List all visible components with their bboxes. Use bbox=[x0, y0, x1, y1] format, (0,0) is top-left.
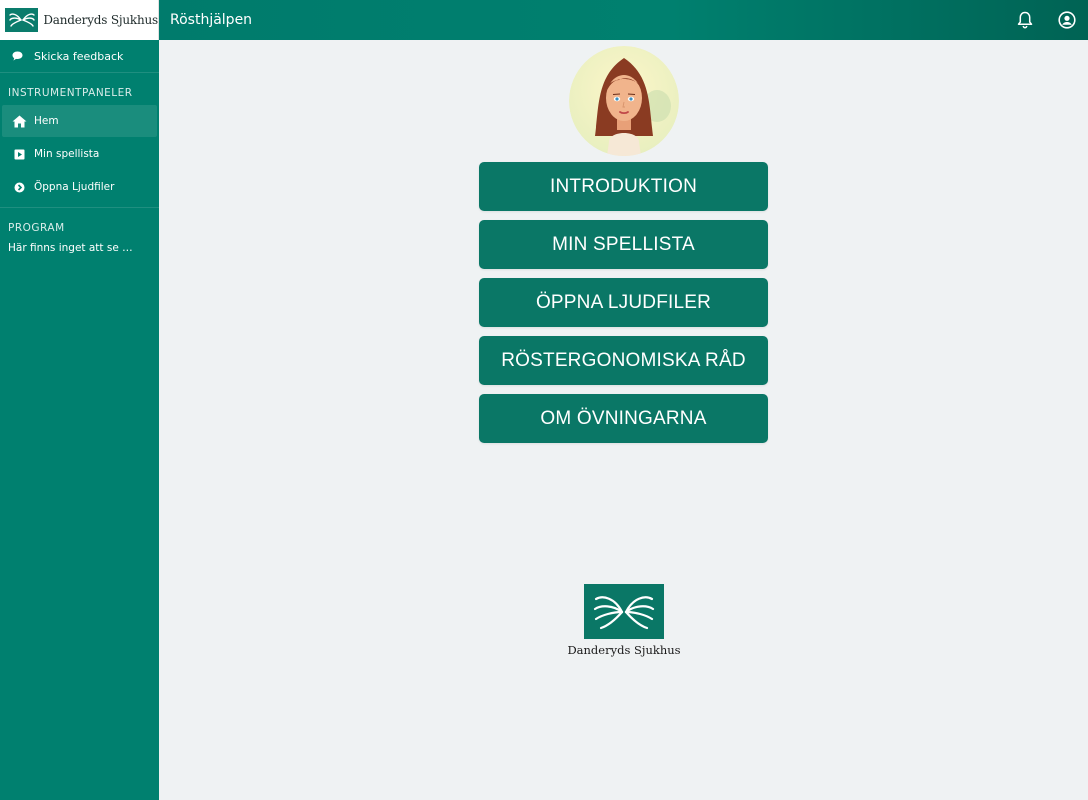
brand-header[interactable]: Danderyds Sjukhus bbox=[0, 0, 159, 40]
sidebar-item-label: Öppna Ljudfiler bbox=[34, 181, 115, 193]
butterfly-hands-logo-icon bbox=[584, 584, 664, 639]
footer-logo-text: Danderyds Sjukhus bbox=[567, 643, 681, 657]
avatar-illustration bbox=[569, 46, 679, 156]
oppna-ljudfiler-button[interactable]: ÖPPNA LJUDFILER bbox=[479, 278, 768, 327]
bell-icon[interactable] bbox=[1015, 10, 1035, 30]
sidebar-item-oppna-ljudfiler[interactable]: Öppna Ljudfiler bbox=[2, 171, 157, 203]
app-title: Rösthjälpen bbox=[170, 12, 253, 28]
program-heading: PROGRAM bbox=[8, 222, 65, 234]
feedback-label: Skicka feedback bbox=[34, 49, 124, 63]
footer-logo: Danderyds Sjukhus bbox=[566, 584, 682, 657]
feedback-link[interactable]: Skicka feedback bbox=[0, 40, 159, 73]
sidebar-item-hem[interactable]: Hem bbox=[2, 105, 157, 137]
chat-bubble-icon bbox=[12, 51, 26, 61]
dashboards-heading: INSTRUMENTPANELER bbox=[8, 87, 133, 99]
sidebar-item-min-spellista[interactable]: Min spellista bbox=[2, 138, 157, 170]
chevron-circle-icon bbox=[11, 182, 27, 193]
hospital-logo-icon bbox=[5, 8, 39, 32]
home-icon bbox=[11, 115, 27, 128]
account-circle-icon[interactable] bbox=[1057, 10, 1077, 30]
top-actions bbox=[1015, 10, 1077, 30]
rostergonomiska-rad-button[interactable]: RÖSTERGONOMISKA RÅD bbox=[479, 336, 768, 385]
sidebar-item-label: Hem bbox=[34, 115, 59, 127]
play-square-icon bbox=[11, 149, 27, 160]
main-menu: INTRODUKTION MIN SPELLISTA ÖPPNA LJUDFIL… bbox=[479, 162, 768, 452]
program-empty-note: Här finns inget att se … bbox=[8, 242, 133, 254]
introduktion-button[interactable]: INTRODUKTION bbox=[479, 162, 768, 211]
om-ovningarna-button[interactable]: OM ÖVNINGARNA bbox=[479, 394, 768, 443]
top-app-bar: Rösthjälpen bbox=[159, 0, 1088, 40]
sidebar: Danderyds Sjukhus Skicka feedback INSTRU… bbox=[0, 0, 159, 800]
sidebar-item-label: Min spellista bbox=[34, 148, 100, 160]
brand-name: Danderyds Sjukhus bbox=[43, 13, 158, 27]
min-spellista-button[interactable]: MIN SPELLISTA bbox=[479, 220, 768, 269]
